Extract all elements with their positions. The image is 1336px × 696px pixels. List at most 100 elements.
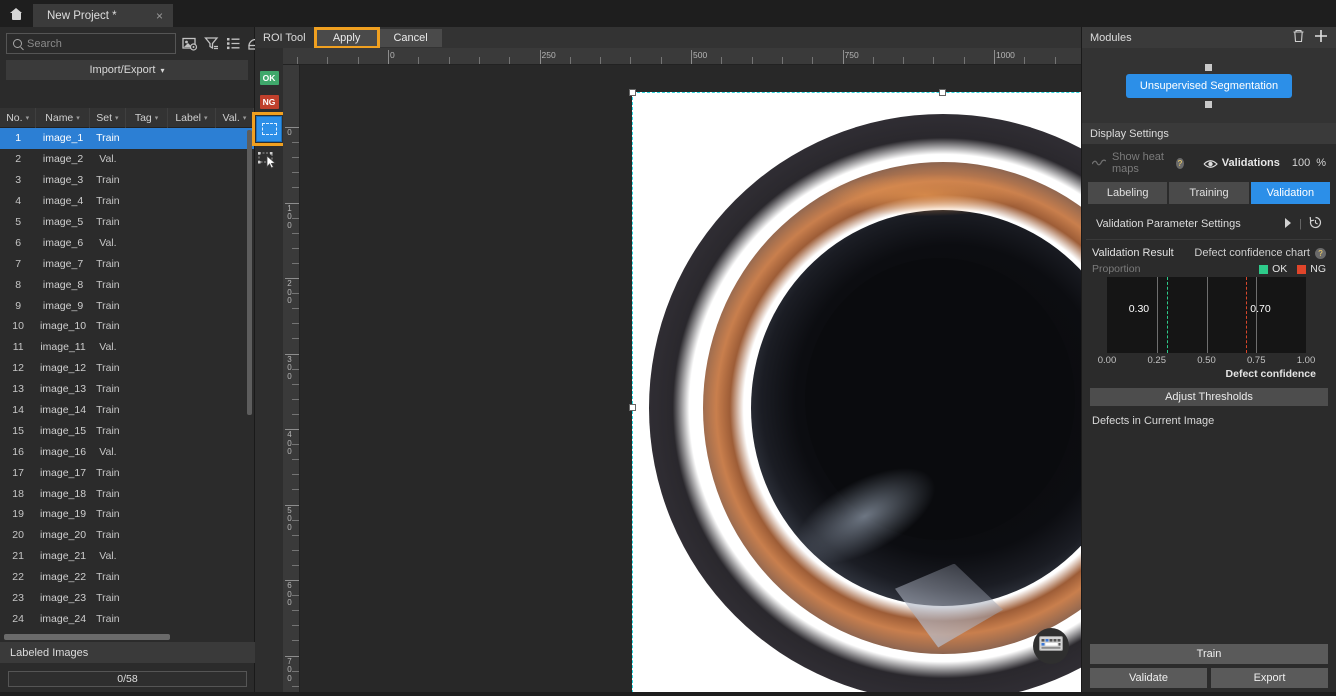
table-row[interactable]: 6 image_6 Val.: [0, 232, 254, 253]
table-row[interactable]: 14 image_14 Train: [0, 400, 254, 421]
table-row[interactable]: 1 image_1 Train: [0, 128, 254, 149]
column-header-set[interactable]: Set ▾: [90, 107, 127, 128]
roi-handle-w[interactable]: [629, 403, 636, 411]
home-button[interactable]: [0, 0, 33, 27]
tab-labeling[interactable]: Labeling: [1088, 182, 1168, 204]
ruler-minor-tick: [872, 57, 874, 64]
chart-threshold-line-ng[interactable]: [1246, 277, 1248, 353]
list-icon[interactable]: [225, 35, 242, 52]
roi-handle-nw[interactable]: [629, 89, 636, 96]
cell-name: image_10: [39, 320, 87, 333]
cell-tag: [126, 316, 168, 337]
ruler-minor-tick: [903, 57, 905, 64]
table-row[interactable]: 11 image_11 Val.: [0, 337, 254, 358]
export-button[interactable]: Export: [1211, 668, 1328, 688]
image-canvas[interactable]: [300, 65, 1081, 696]
filter-icon[interactable]: [203, 35, 220, 52]
module-graph-canvas[interactable]: Unsupervised Segmentation: [1082, 48, 1336, 123]
table-row[interactable]: 18 image_18 Train: [0, 483, 254, 504]
node-port-top[interactable]: [1205, 63, 1213, 71]
help-icon[interactable]: ?: [1175, 157, 1184, 169]
validations-opacity-value[interactable]: 100: [1292, 157, 1310, 169]
node-port-bottom[interactable]: [1205, 100, 1213, 108]
table-row[interactable]: 20 image_20 Train: [0, 525, 254, 546]
column-header-tag[interactable]: Tag ▾: [126, 107, 169, 128]
table-row[interactable]: 12 image_12 Train: [0, 358, 254, 379]
table-row[interactable]: 5 image_5 Train: [0, 212, 254, 233]
roi-handle-n[interactable]: [939, 89, 946, 96]
table-row[interactable]: 4 image_4 Train: [0, 191, 254, 212]
ruler-minor-tick: [1024, 57, 1026, 64]
module-node-unsupervised-segmentation[interactable]: Unsupervised Segmentation: [1125, 63, 1293, 108]
table-row[interactable]: 3 image_3 Train: [0, 170, 254, 191]
column-header-name[interactable]: Name ▾: [36, 107, 90, 128]
help-icon[interactable]: ?: [1315, 247, 1326, 259]
eye-icon[interactable]: [1203, 159, 1218, 168]
ok-badge[interactable]: OK: [259, 71, 279, 85]
cell-name: image_16: [39, 445, 87, 458]
ng-badge[interactable]: NG: [259, 95, 279, 109]
cursor-arrow-icon[interactable]: [258, 151, 280, 169]
cell-label: [168, 483, 216, 504]
table-row[interactable]: 17 image_17 Train: [0, 462, 254, 483]
train-button[interactable]: Train: [1090, 644, 1328, 664]
apply-button[interactable]: Apply: [313, 26, 380, 49]
sort-caret-icon: ▾: [204, 114, 208, 122]
adjust-thresholds-button[interactable]: Adjust Thresholds: [1090, 388, 1328, 406]
plus-icon[interactable]: [1314, 29, 1328, 46]
cell-no: 15: [12, 424, 24, 437]
table-row[interactable]: 2 image_2 Val.: [0, 149, 254, 170]
cell-name: image_12: [39, 362, 87, 375]
import-export-button[interactable]: Import/Export ▾: [6, 60, 248, 80]
image-settings-icon[interactable]: [181, 35, 198, 52]
table-row[interactable]: 13 image_13 Train: [0, 379, 254, 400]
ruler-minor-tick: [292, 625, 299, 627]
table-row[interactable]: 9 image_9 Train: [0, 295, 254, 316]
ruler-minor-tick: [292, 157, 299, 159]
roi-toolbar: ROI Tool Apply Cancel: [255, 26, 1081, 49]
trash-icon[interactable]: [1292, 29, 1305, 46]
table-row[interactable]: 25image 25Train: [0, 629, 254, 632]
table-row[interactable]: 19 image_19 Train: [0, 504, 254, 525]
search-box[interactable]: [6, 33, 176, 54]
cell-set: Train: [96, 383, 120, 396]
ruler-minor-tick: [292, 459, 299, 461]
table-row[interactable]: 22 image_22 Train: [0, 567, 254, 588]
column-header-label[interactable]: Label ▾: [168, 107, 216, 128]
table-row[interactable]: 21 image_21 Val.: [0, 546, 254, 567]
roi-selection-box[interactable]: [629, 89, 1081, 696]
column-header-val[interactable]: Val. ▾: [216, 107, 255, 128]
chart-plot-area[interactable]: 0.30 0.70: [1107, 277, 1306, 353]
table-row[interactable]: 23 image_23 Train: [0, 588, 254, 609]
ruler-minor-tick: [327, 57, 329, 64]
chart-threshold-label-ng: 0.70: [1250, 303, 1271, 315]
tab-validation[interactable]: Validation: [1250, 182, 1330, 204]
roi-select-tool-button[interactable]: [252, 112, 286, 146]
close-icon[interactable]: ×: [152, 9, 167, 23]
cell-set: Train: [96, 132, 120, 145]
table-row[interactable]: 24 image_24 Train: [0, 608, 254, 629]
cell-no: 21: [12, 550, 24, 563]
keyboard-icon: [1039, 636, 1063, 656]
play-triangle-icon[interactable]: [1284, 217, 1292, 231]
defect-confidence-chart-label: Defect confidence chart: [1194, 247, 1310, 259]
chart-threshold-line-ok[interactable]: [1166, 277, 1168, 353]
tab-training[interactable]: Training: [1169, 182, 1249, 204]
table-row[interactable]: 16 image_16 Val.: [0, 441, 254, 462]
table-horizontal-scrollbar[interactable]: [4, 634, 170, 640]
show-heatmaps-label[interactable]: Show heat maps: [1112, 151, 1170, 175]
table-row[interactable]: 10 image_10 Train: [0, 316, 254, 337]
validation-parameter-settings-row[interactable]: Validation Parameter Settings |: [1086, 207, 1332, 240]
project-tab[interactable]: New Project * ×: [33, 4, 173, 27]
history-icon[interactable]: [1309, 216, 1322, 232]
keyboard-shortcuts-button[interactable]: [1033, 628, 1069, 664]
table-row[interactable]: 7 image_7 Train: [0, 253, 254, 274]
validate-button[interactable]: Validate: [1090, 668, 1207, 688]
cancel-button[interactable]: Cancel: [379, 28, 442, 47]
search-input[interactable]: [27, 37, 169, 50]
table-row[interactable]: 8 image_8 Train: [0, 274, 254, 295]
table-vertical-scrollbar[interactable]: [247, 130, 252, 415]
cell-name: image 25: [36, 629, 89, 632]
column-header-no[interactable]: No. ▾: [0, 107, 37, 128]
table-row[interactable]: 15 image_15 Train: [0, 420, 254, 441]
